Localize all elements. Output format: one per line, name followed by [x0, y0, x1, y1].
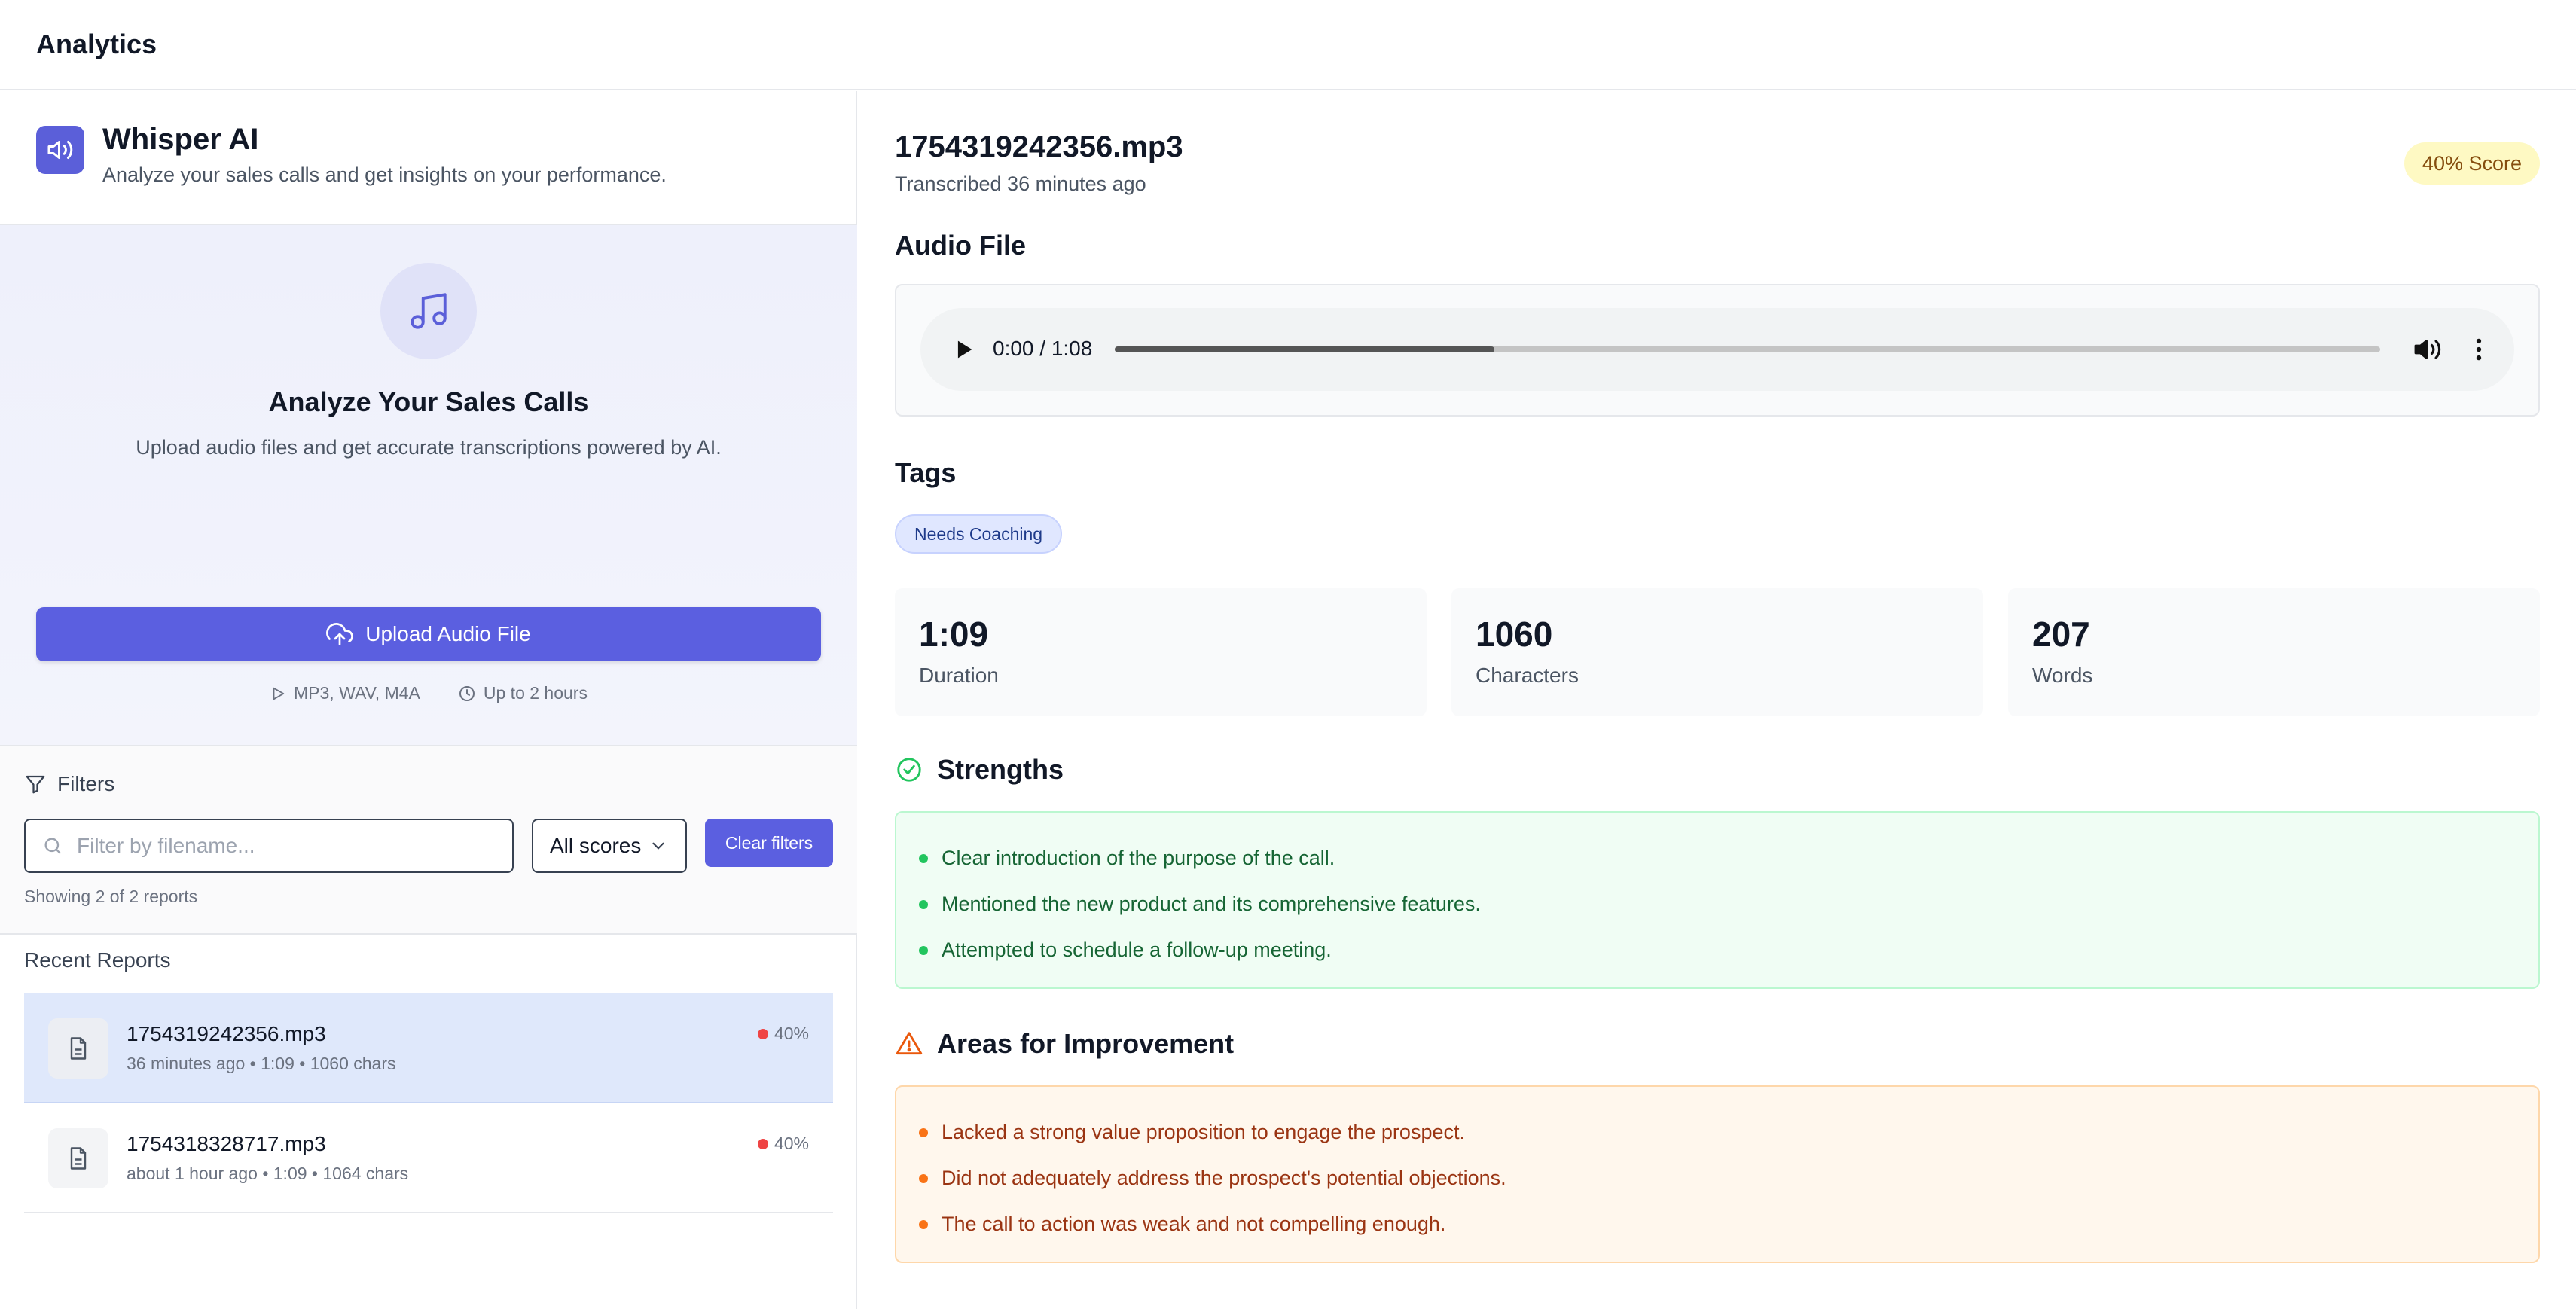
- improvement-text: The call to action was weak and not comp…: [942, 1213, 1446, 1235]
- stat-label: Duration: [919, 664, 999, 687]
- limit-label: Up to 2 hours: [483, 683, 588, 703]
- report-item[interactable]: 1754318328717.mp3 about 1 hour ago • 1:0…: [24, 1103, 833, 1213]
- music-note-icon: [380, 263, 477, 359]
- audio-seek-bar[interactable]: [1115, 346, 2380, 352]
- top-bar: Analytics: [0, 0, 2576, 90]
- report-item[interactable]: 1754319242356.mp3 36 minutes ago • 1:09 …: [24, 993, 833, 1103]
- warning-triangle-icon: [896, 1032, 923, 1055]
- improvement-box: Lacked a strong value proposition to eng…: [895, 1085, 2540, 1263]
- score-badge: 40% Score: [2404, 142, 2540, 185]
- bullet: [919, 1219, 928, 1229]
- report-score-value: 40%: [774, 1024, 809, 1043]
- bullet: [919, 1127, 928, 1137]
- results-count: Showing 2 of 2 reports: [24, 886, 198, 906]
- report-detail-panel: 1754319242356.mp3 Transcribed 36 minutes…: [859, 91, 2576, 1309]
- stat-card-characters: 1060 Characters: [1451, 588, 1983, 716]
- report-meta: 36 minutes ago • 1:09 • 1060 chars: [127, 1054, 396, 1073]
- improvement-heading: Areas for Improvement: [895, 1028, 1234, 1060]
- upload-requirements: MP3, WAV, M4A Up to 2 hours: [0, 683, 857, 703]
- file-icon: [48, 1128, 108, 1188]
- file-icon: [48, 1018, 108, 1079]
- tag-badge: Needs Coaching: [895, 514, 1063, 554]
- stat-card-duration: 1:09 Duration: [895, 588, 1427, 716]
- more-options-icon[interactable]: [2465, 335, 2493, 364]
- filters-panel: Filters All scores Clear filters Showing…: [0, 746, 857, 935]
- strength-text: Attempted to schedule a follow-up meetin…: [942, 938, 1332, 961]
- limit-info: Up to 2 hours: [458, 683, 588, 703]
- divider: [0, 933, 857, 935]
- bullet: [919, 899, 928, 909]
- stat-label: Characters: [1476, 664, 1579, 687]
- play-outline-icon: [273, 687, 285, 700]
- strength-item: Mentioned the new product and its compre…: [919, 881, 2538, 927]
- report-meta: about 1 hour ago • 1:09 • 1064 chars: [127, 1164, 409, 1183]
- check-circle-icon: [897, 758, 921, 782]
- app-title: Analytics: [36, 29, 157, 60]
- clear-filters-button[interactable]: Clear filters: [705, 819, 833, 867]
- improvement-item: Lacked a strong value proposition to eng…: [919, 1109, 2538, 1155]
- improvement-item: The call to action was weak and not comp…: [919, 1201, 2538, 1247]
- volume-icon[interactable]: [2413, 335, 2442, 364]
- score-select-value: All scores: [550, 834, 642, 857]
- brand-header: Whisper AI Analyze your sales calls and …: [36, 121, 667, 187]
- report-filename: 1754319242356.mp3: [127, 1022, 326, 1045]
- hero-title: Analyze Your Sales Calls: [268, 386, 589, 417]
- report-score-value: 40%: [774, 1134, 809, 1153]
- improvement-text: Lacked a strong value proposition to eng…: [942, 1121, 1465, 1143]
- strength-item: Attempted to schedule a follow-up meetin…: [919, 927, 2538, 973]
- bullet: [919, 853, 928, 863]
- formats-label: MP3, WAV, M4A: [294, 683, 420, 703]
- score-dot: [757, 1138, 768, 1149]
- chevron-down-icon: [652, 842, 664, 850]
- search-icon: [44, 838, 61, 854]
- recent-reports-title: Recent Reports: [24, 948, 171, 972]
- stat-value: 1:09: [919, 615, 989, 654]
- strengths-heading: Strengths: [895, 754, 1064, 786]
- formats-info: MP3, WAV, M4A: [270, 683, 420, 703]
- strength-item: Clear introduction of the purpose of the…: [919, 835, 2538, 881]
- hero-subtitle: Upload audio files and get accurate tran…: [136, 436, 722, 459]
- stat-card-words: 207 Words: [2008, 588, 2540, 716]
- upload-button-label: Upload Audio File: [365, 622, 531, 645]
- strengths-box: Clear introduction of the purpose of the…: [895, 811, 2540, 989]
- stat-label: Words: [2032, 664, 2093, 687]
- clock-icon: [459, 685, 475, 701]
- strength-text: Mentioned the new product and its compre…: [942, 892, 1481, 915]
- detail-transcribed-time: Transcribed 36 minutes ago: [895, 172, 1146, 195]
- report-score: 40%: [757, 1024, 809, 1044]
- play-icon[interactable]: [951, 337, 976, 362]
- stat-value: 1060: [1476, 615, 1553, 654]
- left-panel: Whisper AI Analyze your sales calls and …: [0, 91, 857, 1309]
- filters-label: Filters: [57, 772, 115, 795]
- upload-hero: Analyze Your Sales Calls Upload audio fi…: [0, 225, 857, 746]
- filename-filter[interactable]: [24, 819, 514, 873]
- speaker-icon: [36, 126, 84, 174]
- tags-heading: Tags: [895, 457, 957, 488]
- filter-icon: [26, 775, 45, 794]
- upload-audio-button[interactable]: Upload Audio File: [36, 607, 821, 661]
- score-dot: [757, 1028, 768, 1039]
- bullet: [919, 1173, 928, 1183]
- stat-value: 207: [2032, 615, 2090, 654]
- report-filename: 1754318328717.mp3: [127, 1132, 326, 1155]
- report-score: 40%: [757, 1134, 809, 1154]
- audio-progress: [1115, 346, 1494, 352]
- audio-player: 0:00 / 1:08: [920, 308, 2514, 391]
- bullet: [919, 945, 928, 955]
- search-input[interactable]: [77, 834, 499, 858]
- audio-card: 0:00 / 1:08: [895, 284, 2540, 416]
- improvement-title: Areas for Improvement: [937, 1028, 1235, 1059]
- filters-heading: Filters: [24, 772, 114, 796]
- detail-filename: 1754319242356.mp3: [895, 130, 1183, 163]
- audio-file-heading: Audio File: [895, 230, 1026, 261]
- improvement-item: Did not adequately address the prospect'…: [919, 1155, 2538, 1201]
- brand-name: Whisper AI: [102, 123, 259, 156]
- cloud-upload-icon: [326, 623, 354, 645]
- brand-tagline: Analyze your sales calls and get insight…: [102, 163, 667, 186]
- score-select[interactable]: All scores: [532, 819, 687, 873]
- strength-text: Clear introduction of the purpose of the…: [942, 847, 1335, 869]
- improvement-text: Did not adequately address the prospect'…: [942, 1167, 1506, 1189]
- strengths-title: Strengths: [937, 754, 1064, 785]
- audio-time: 0:00 / 1:08: [993, 337, 1093, 360]
